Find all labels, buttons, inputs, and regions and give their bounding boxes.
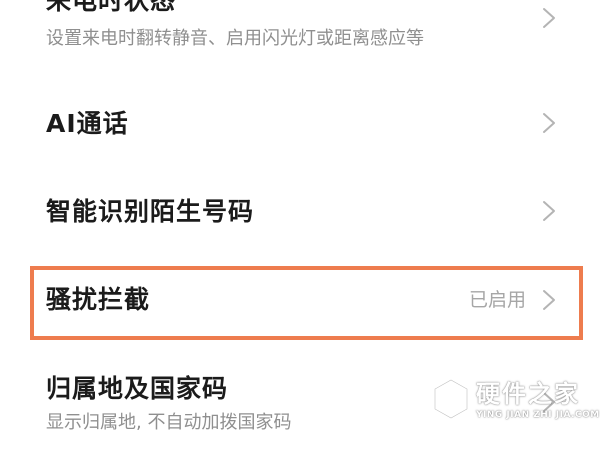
setting-item-ai-call[interactable]: AI通话 <box>0 92 600 156</box>
chevron-right-icon <box>540 390 558 414</box>
setting-item-harassment-block[interactable]: 骚扰拦截 已启用 <box>0 268 600 332</box>
setting-item-location-country-code[interactable]: 归属地及国家码 显示归属地, 不自动加拨国家码 <box>0 356 600 450</box>
settings-list: 来电时状态 设置来电时翻转静音、启用闪光灯或距离感应等 AI通话 智能识别陌生号… <box>0 0 600 450</box>
setting-status-value: 已启用 <box>468 289 526 311</box>
setting-title: 来电时状态 <box>46 0 177 15</box>
setting-title: 智能识别陌生号码 <box>46 197 255 226</box>
setting-subtitle: 设置来电时翻转静音、启用闪光灯或距离感应等 <box>46 28 424 49</box>
chevron-right-icon <box>540 111 558 135</box>
chevron-right-icon <box>540 199 558 223</box>
setting-title: 归属地及国家码 <box>46 374 229 403</box>
setting-title: AI通话 <box>46 109 129 138</box>
setting-item-call-status[interactable]: 来电时状态 设置来电时翻转静音、启用闪光灯或距离感应等 <box>0 0 600 70</box>
chevron-right-icon <box>540 288 558 312</box>
setting-title: 骚扰拦截 <box>46 285 151 314</box>
setting-subtitle: 显示归属地, 不自动加拨国家码 <box>46 412 292 433</box>
chevron-right-icon <box>540 6 558 30</box>
setting-item-smart-identify[interactable]: 智能识别陌生号码 <box>0 180 600 244</box>
